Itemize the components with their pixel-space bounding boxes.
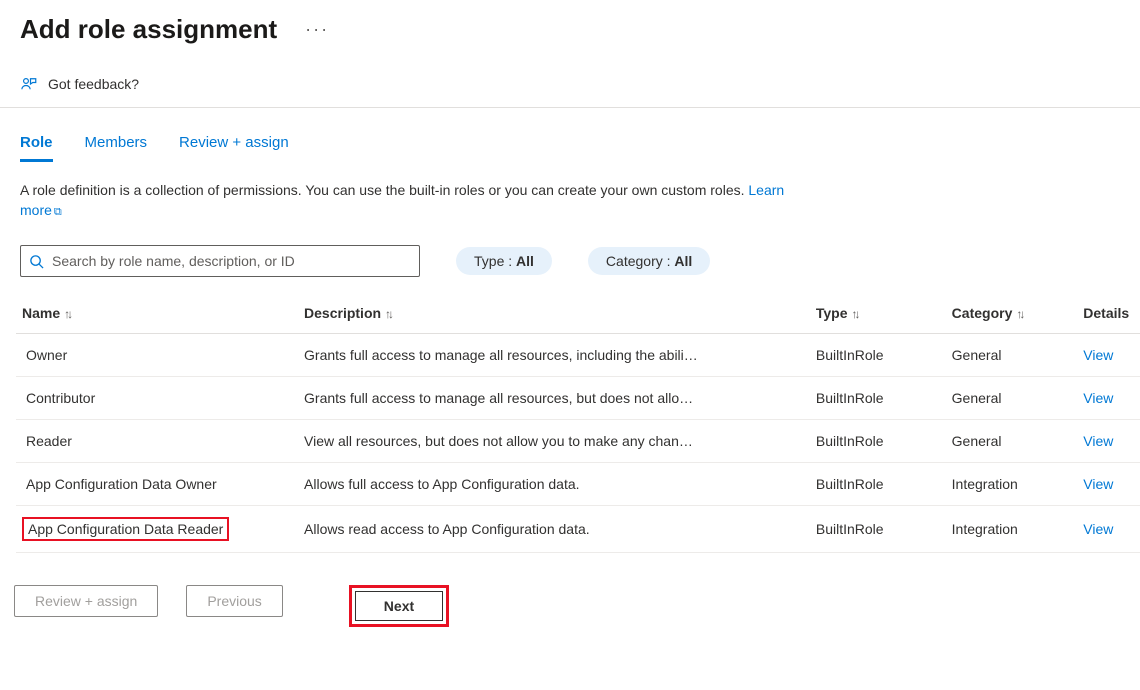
next-button[interactable]: Next: [355, 591, 443, 621]
table-row[interactable]: App Configuration Data OwnerAllows full …: [16, 463, 1140, 506]
cell-details: View: [1077, 506, 1140, 553]
cell-category: Integration: [946, 463, 1078, 506]
roles-table: Name↑↓ Description↑↓ Type↑↓ Category↑↓ D…: [16, 295, 1140, 553]
cell-category: Integration: [946, 506, 1078, 553]
cell-name: App Configuration Data Reader: [16, 506, 298, 553]
cell-name: Contributor: [16, 377, 298, 420]
cell-name: App Configuration Data Owner: [16, 463, 298, 506]
tab-role[interactable]: Role: [20, 134, 53, 162]
next-button-highlight: Next: [349, 585, 449, 627]
external-link-icon: ⧉: [54, 206, 62, 218]
cell-type: BuiltInRole: [810, 506, 946, 553]
table-row[interactable]: ReaderView all resources, but does not a…: [16, 420, 1140, 463]
cell-description: Allows full access to App Configuration …: [298, 463, 810, 506]
tab-review-assign[interactable]: Review + assign: [179, 134, 289, 162]
sort-icon: ↑↓: [852, 307, 858, 321]
cell-type: BuiltInRole: [810, 420, 946, 463]
cell-details: View: [1077, 377, 1140, 420]
page-title: Add role assignment: [20, 14, 277, 45]
cell-details: View: [1077, 334, 1140, 377]
view-link[interactable]: View: [1083, 433, 1113, 449]
intro-text: A role definition is a collection of per…: [0, 162, 840, 221]
cell-description: Grants full access to manage all resourc…: [298, 377, 810, 420]
cell-description: Allows read access to App Configuration …: [298, 506, 810, 553]
table-row[interactable]: App Configuration Data ReaderAllows read…: [16, 506, 1140, 553]
cell-details: View: [1077, 420, 1140, 463]
filter-category[interactable]: Category : All: [588, 247, 710, 275]
cell-category: General: [946, 334, 1078, 377]
cell-category: General: [946, 377, 1078, 420]
view-link[interactable]: View: [1083, 347, 1113, 363]
tab-members[interactable]: Members: [85, 134, 148, 162]
more-icon[interactable]: ···: [305, 19, 329, 40]
filter-type[interactable]: Type : All: [456, 247, 552, 275]
table-row[interactable]: ContributorGrants full access to manage …: [16, 377, 1140, 420]
col-header-type[interactable]: Type↑↓: [810, 295, 946, 334]
cell-type: BuiltInRole: [810, 334, 946, 377]
view-link[interactable]: View: [1083, 476, 1113, 492]
person-feedback-icon: [20, 75, 38, 93]
sort-icon: ↑↓: [1016, 307, 1022, 321]
cell-details: View: [1077, 463, 1140, 506]
table-row[interactable]: OwnerGrants full access to manage all re…: [16, 334, 1140, 377]
view-link[interactable]: View: [1083, 390, 1113, 406]
search-icon: [29, 254, 44, 269]
view-link[interactable]: View: [1083, 521, 1113, 537]
cell-type: BuiltInRole: [810, 463, 946, 506]
cell-name: Owner: [16, 334, 298, 377]
cell-description: Grants full access to manage all resourc…: [298, 334, 810, 377]
col-header-name[interactable]: Name↑↓: [16, 295, 298, 334]
cell-type: BuiltInRole: [810, 377, 946, 420]
search-input[interactable]: [50, 252, 411, 270]
cell-category: General: [946, 420, 1078, 463]
review-assign-button[interactable]: Review + assign: [14, 585, 158, 617]
col-header-description[interactable]: Description↑↓: [298, 295, 810, 334]
sort-icon: ↑↓: [385, 307, 391, 321]
feedback-link[interactable]: Got feedback?: [0, 45, 1140, 108]
cell-description: View all resources, but does not allow y…: [298, 420, 810, 463]
previous-button[interactable]: Previous: [186, 585, 282, 617]
col-header-category[interactable]: Category↑↓: [946, 295, 1078, 334]
col-header-details: Details: [1077, 295, 1140, 334]
cell-name: Reader: [16, 420, 298, 463]
tabs: Role Members Review + assign: [0, 108, 1140, 162]
search-box[interactable]: [20, 245, 420, 277]
feedback-label: Got feedback?: [48, 76, 139, 92]
sort-icon: ↑↓: [64, 307, 70, 321]
